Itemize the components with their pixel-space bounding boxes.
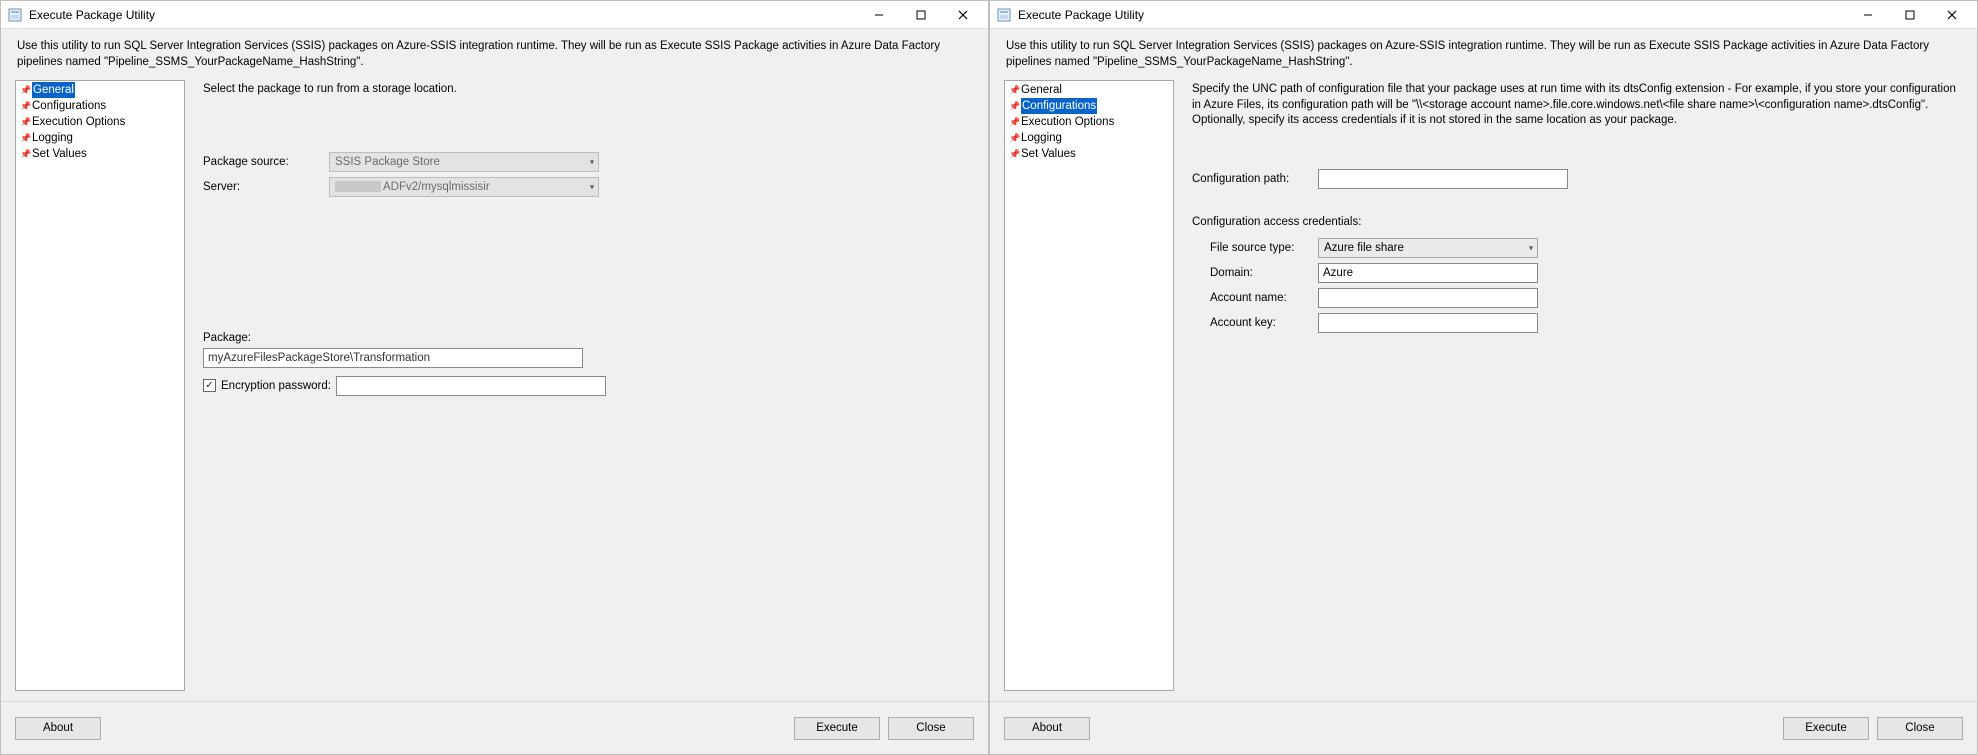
nav-item-logging[interactable]: 📌Logging (16, 130, 184, 146)
footer: About Execute Close (990, 702, 1977, 754)
pin-icon: 📌 (20, 100, 30, 113)
chevron-down-icon: ▾ (590, 182, 594, 191)
close-button-footer[interactable]: Close (888, 717, 974, 740)
nav-item-general[interactable]: 📌General (1005, 82, 1173, 98)
account-name-input[interactable] (1318, 288, 1538, 308)
domain-input[interactable] (1318, 263, 1538, 283)
about-button[interactable]: About (1004, 717, 1090, 740)
close-button[interactable] (1931, 2, 1973, 28)
server-dropdown[interactable]: ADFv2/mysqlmissisir ▾ (329, 177, 599, 197)
utility-description: Use this utility to run SQL Server Integ… (990, 29, 1977, 76)
body: 📌General 📌Configurations 📌Execution Opti… (990, 76, 1977, 701)
window-general: Execute Package Utility Use this utility… (0, 0, 989, 755)
chevron-down-icon: ▾ (590, 157, 594, 166)
account-name-label: Account name: (1210, 292, 1318, 304)
encryption-password-label: Encryption password: (221, 380, 336, 392)
about-button[interactable]: About (15, 717, 101, 740)
minimize-button[interactable] (858, 2, 900, 28)
redacted-text (335, 181, 381, 192)
pin-icon: 📌 (1009, 116, 1019, 129)
pin-icon: 📌 (20, 148, 30, 161)
execute-button[interactable]: Execute (794, 717, 880, 740)
nav-item-execution-options[interactable]: 📌Execution Options (1005, 114, 1173, 130)
maximize-button[interactable] (1889, 2, 1931, 28)
package-label: Package: (203, 332, 970, 344)
nav-item-general[interactable]: 📌General (16, 82, 184, 98)
server-label: Server: (203, 181, 329, 193)
titlebar: Execute Package Utility (1, 1, 988, 29)
minimize-button[interactable] (1847, 2, 1889, 28)
file-source-type-label: File source type: (1210, 242, 1318, 254)
domain-label: Domain: (1210, 267, 1318, 279)
content-pane-configurations: Specify the UNC path of configuration fi… (1188, 80, 1963, 691)
nav-tree[interactable]: 📌General 📌Configurations 📌Execution Opti… (15, 80, 185, 691)
app-icon (996, 7, 1012, 23)
nav-item-configurations[interactable]: 📌Configurations (16, 98, 184, 114)
package-input[interactable] (203, 348, 583, 368)
nav-item-execution-options[interactable]: 📌Execution Options (16, 114, 184, 130)
pin-icon: 📌 (1009, 100, 1019, 113)
configuration-path-input[interactable] (1318, 169, 1568, 189)
pin-icon: 📌 (1009, 148, 1019, 161)
body: 📌General 📌Configurations 📌Execution Opti… (1, 76, 988, 701)
titlebar: Execute Package Utility (990, 1, 1977, 29)
account-key-input[interactable] (1318, 313, 1538, 333)
nav-tree[interactable]: 📌General 📌Configurations 📌Execution Opti… (1004, 80, 1174, 691)
window-title: Execute Package Utility (1018, 8, 1847, 22)
chevron-down-icon: ▾ (1529, 243, 1533, 252)
window-controls (858, 2, 984, 28)
nav-item-set-values[interactable]: 📌Set Values (1005, 146, 1173, 162)
window-controls (1847, 2, 1973, 28)
window-title: Execute Package Utility (29, 8, 858, 22)
close-button[interactable] (942, 2, 984, 28)
pin-icon: 📌 (20, 132, 30, 145)
pin-icon: 📌 (1009, 132, 1019, 145)
pane-description: Specify the UNC path of configuration fi… (1192, 82, 1959, 129)
credentials-heading: Configuration access credentials: (1192, 216, 1959, 228)
package-source-label: Package source: (203, 156, 329, 168)
package-source-dropdown[interactable]: SSIS Package Store ▾ (329, 152, 599, 172)
nav-item-configurations[interactable]: 📌Configurations (1005, 98, 1173, 114)
encryption-password-input[interactable] (336, 376, 606, 396)
pin-icon: 📌 (20, 116, 30, 129)
app-icon (7, 7, 23, 23)
content-pane-general: Select the package to run from a storage… (199, 80, 974, 691)
maximize-button[interactable] (900, 2, 942, 28)
encryption-password-checkbox[interactable]: ✓ (203, 379, 216, 392)
configuration-path-label: Configuration path: (1192, 173, 1318, 185)
window-configurations: Execute Package Utility Use this utility… (989, 0, 1978, 755)
nav-item-logging[interactable]: 📌Logging (1005, 130, 1173, 146)
nav-item-set-values[interactable]: 📌Set Values (16, 146, 184, 162)
pin-icon: 📌 (1009, 84, 1019, 97)
file-source-type-dropdown[interactable]: Azure file share ▾ (1318, 238, 1538, 258)
utility-description: Use this utility to run SQL Server Integ… (1, 29, 988, 76)
pin-icon: 📌 (20, 84, 30, 97)
footer: About Execute Close (1, 702, 988, 754)
execute-button[interactable]: Execute (1783, 717, 1869, 740)
close-button-footer[interactable]: Close (1877, 717, 1963, 740)
pane-description: Select the package to run from a storage… (203, 82, 970, 98)
account-key-label: Account key: (1210, 317, 1318, 329)
